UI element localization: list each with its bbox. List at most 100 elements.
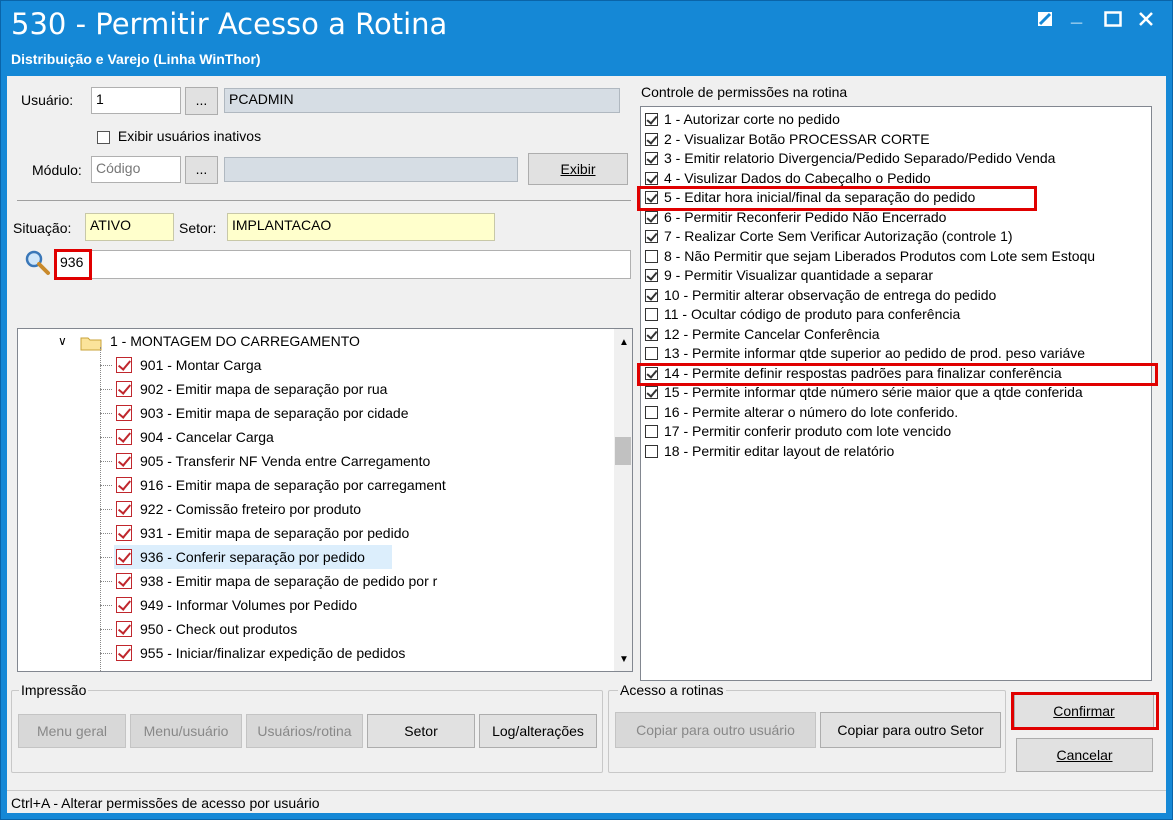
module-lookup-button[interactable]: ... [185, 156, 218, 184]
permission-item[interactable]: 10 - Permitir alterar observação de entr… [645, 286, 996, 306]
log-alteracoes-button[interactable]: Log/alterações [479, 714, 597, 748]
permission-checkbox[interactable] [645, 210, 658, 224]
permission-checkbox[interactable] [645, 171, 658, 185]
permission-item[interactable]: 17 - Permitir conferir produto com lote … [645, 422, 951, 442]
tree-item-checkbox[interactable] [116, 597, 132, 613]
client-area: Usuário: 1 ... PCADMIN Exibir usuários i… [7, 76, 1166, 813]
permission-checkbox[interactable] [645, 347, 658, 360]
permissions-title: Controle de permissões na rotina [641, 84, 848, 100]
permission-label: 16 - Permite alterar o número do lote co… [664, 403, 959, 420]
permission-item[interactable]: 9 - Permitir Visualizar quantidade a sep… [645, 266, 933, 286]
tree-item[interactable]: 938 - Emitir mapa de separação de pedido… [100, 569, 614, 593]
show-button[interactable]: Exibir [528, 153, 628, 185]
permission-item[interactable]: 1 - Autorizar corte no pedido [645, 110, 840, 130]
permission-item[interactable]: 12 - Permite Cancelar Conferência [645, 325, 880, 345]
copy-to-user-button[interactable]: Copiar para outro usuário [615, 712, 816, 748]
permission-checkbox[interactable] [645, 425, 658, 438]
tree-item[interactable]: 931 - Emitir mapa de separação por pedid… [100, 521, 614, 545]
tree-item-label: 949 - Informar Volumes por Pedido [140, 597, 358, 613]
usuarios-rotina-button[interactable]: Usuários/rotina [246, 714, 363, 748]
tree-item-checkbox[interactable] [116, 621, 132, 637]
tree-item-checkbox[interactable] [116, 549, 132, 565]
tree-item-checkbox[interactable] [116, 525, 132, 541]
tree-item[interactable]: 916 - Emitir mapa de separação por carre… [100, 473, 614, 497]
permission-item[interactable]: 13 - Permite informar qtde superior ao p… [645, 344, 1085, 364]
permission-checkbox[interactable] [645, 132, 658, 146]
show-inactive-check-box[interactable] [97, 130, 110, 144]
tree-item-checkbox[interactable] [116, 381, 132, 397]
tree-item-checkbox[interactable] [116, 357, 132, 373]
tree-item[interactable]: 905 - Transferir NF Venda entre Carregam… [100, 449, 614, 473]
permission-item[interactable]: 16 - Permite alterar o número do lote co… [645, 403, 958, 423]
tree-item[interactable]: 901 - Montar Carga [100, 353, 614, 377]
app-window: 530 - Permitir Acesso a Rotina Distribui… [0, 0, 1173, 820]
tree-item-checkbox[interactable] [116, 429, 132, 445]
permission-checkbox[interactable] [645, 113, 658, 126]
tree-item-checkbox[interactable] [116, 573, 132, 589]
permission-item[interactable]: 8 - Não Permitir que sejam Liberados Pro… [645, 247, 1095, 267]
tree-item[interactable]: 903 - Emitir mapa de separação por cidad… [100, 401, 614, 425]
permission-label: 12 - Permite Cancelar Conferência [664, 325, 880, 342]
permission-item[interactable]: 18 - Permitir editar layout de relatório [645, 442, 894, 462]
user-lookup-button[interactable]: ... [185, 87, 218, 115]
menu-geral-button[interactable]: Menu geral [18, 714, 126, 748]
tree-item[interactable]: 936 - Conferir separação por pedido [100, 545, 392, 569]
tree-item[interactable]: 949 - Informar Volumes por Pedido [100, 593, 614, 617]
menu-usuario-button[interactable]: Menu/usuário [130, 714, 242, 748]
permission-checkbox[interactable] [645, 405, 658, 419]
setor-button[interactable]: Setor [367, 714, 475, 748]
status-text: Ctrl+A - Alterar permissões de acesso po… [11, 795, 320, 811]
permission-checkbox[interactable] [645, 230, 658, 243]
close-icon[interactable] [1138, 11, 1154, 31]
tree-item-checkbox[interactable] [116, 477, 132, 493]
permission-checkbox[interactable] [645, 327, 658, 341]
tree-item-label: 955 - Iniciar/finalizar expedição de ped… [140, 645, 406, 661]
maximize-icon[interactable] [1104, 11, 1122, 31]
minimize-icon[interactable]: _ [1071, 5, 1082, 25]
tree-item-label: 901 - Montar Carga [140, 357, 262, 373]
permission-label: 18 - Permitir editar layout de relatório [664, 442, 895, 459]
permission-item[interactable]: 7 - Realizar Corte Sem Verificar Autoriz… [645, 227, 1013, 247]
permission-checkbox[interactable] [645, 269, 658, 282]
scroll-up-icon[interactable]: ▲ [619, 337, 629, 348]
permission-checkbox[interactable] [645, 308, 658, 321]
tree-item-checkbox[interactable] [116, 405, 132, 421]
permission-item[interactable]: 3 - Emitir relatorio Divergencia/Pedido … [645, 149, 1055, 169]
permission-checkbox[interactable] [645, 386, 658, 399]
module-code-input[interactable]: Código [91, 156, 181, 183]
tree-item[interactable]: 950 - Check out produtos [100, 617, 614, 641]
tree-item-checkbox[interactable] [116, 645, 132, 661]
tree-item[interactable]: 955 - Iniciar/finalizar expedição de ped… [100, 641, 614, 665]
permission-checkbox[interactable] [645, 152, 658, 165]
cancel-button[interactable]: Cancelar [1016, 738, 1153, 772]
permission-checkbox[interactable] [645, 444, 658, 458]
tree-item-checkbox[interactable] [116, 501, 132, 517]
tree-connector [100, 389, 112, 390]
search-input[interactable]: 936 [55, 250, 631, 279]
permission-checkbox[interactable] [645, 249, 658, 263]
show-button-label: Exibir [560, 161, 596, 177]
tree-item[interactable]: 922 - Comissão freteiro por produto [100, 497, 614, 521]
user-code-input[interactable]: 1 [91, 87, 181, 114]
module-label: Módulo: [32, 162, 82, 178]
tree-item-label: 904 - Cancelar Carga [140, 429, 274, 445]
copy-to-sector-button[interactable]: Copiar para outro Setor [820, 712, 1001, 748]
tree-item[interactable]: 904 - Cancelar Carga [100, 425, 614, 449]
tree-scrollbar[interactable]: ▲ ▼ [614, 329, 632, 671]
divider [17, 200, 631, 201]
show-inactive-checkbox[interactable]: Exibir usuários inativos [97, 128, 261, 144]
search-highlight-box [54, 249, 92, 280]
routine-tree[interactable]: ∨ 1 - MONTAGEM DO CARREGAMENTO 901 - Mon… [17, 328, 633, 672]
scroll-thumb[interactable] [615, 437, 631, 465]
permission-label: 2 - Visualizar Botão PROCESSAR CORTE [664, 130, 930, 147]
permission-item[interactable]: 11 - Ocultar código de produto para conf… [645, 305, 960, 325]
restore-icon[interactable] [1037, 11, 1053, 31]
permission-item[interactable]: 2 - Visualizar Botão PROCESSAR CORTE [645, 130, 930, 150]
tree-item[interactable]: 902 - Emitir mapa de separação por rua [100, 377, 614, 401]
permission-checkbox[interactable] [645, 288, 658, 302]
chevron-down-icon[interactable]: ∨ [58, 329, 67, 353]
scroll-down-icon[interactable]: ▼ [619, 654, 629, 665]
title-bar[interactable]: 530 - Permitir Acesso a Rotina Distribui… [1, 1, 1172, 75]
tree-item-checkbox[interactable] [116, 453, 132, 469]
tree-item-label: 936 - Conferir separação por pedido [140, 549, 365, 565]
